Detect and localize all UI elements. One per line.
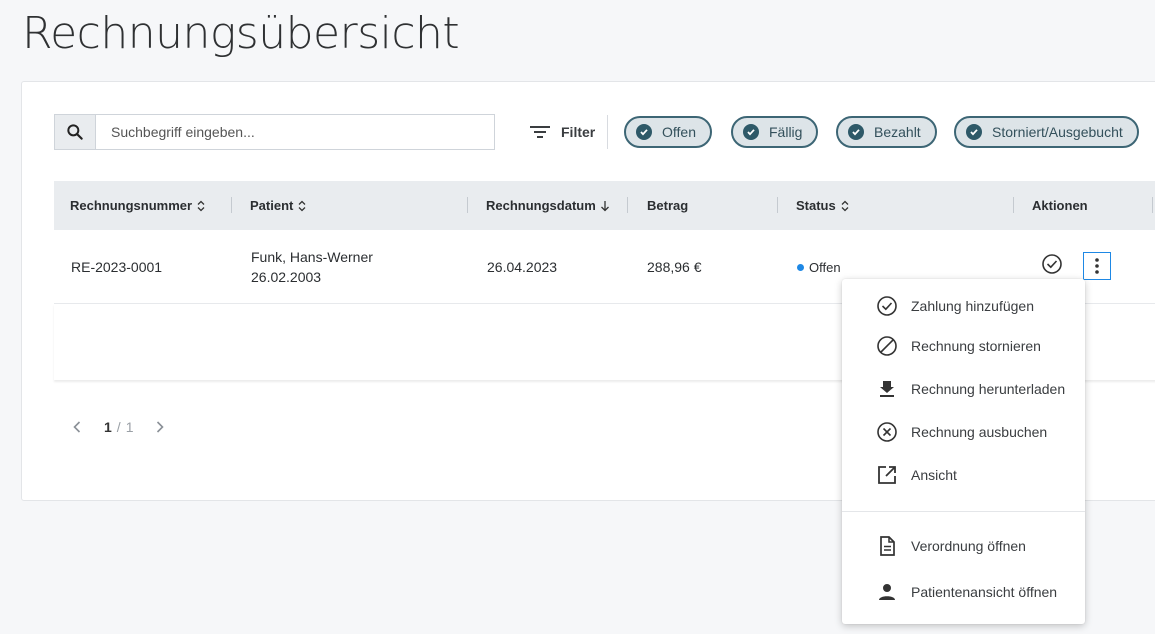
chevron-left-icon[interactable] — [72, 420, 82, 434]
invoice-date: 26.04.2023 — [487, 259, 558, 275]
column-divider — [627, 197, 628, 213]
menu-item-verordnung-oeffnen[interactable]: Verordnung öffnen — [842, 528, 1085, 564]
sort-icon — [841, 200, 849, 211]
actions-menu: Zahlung hinzufügen Rechnung stornieren R… — [842, 279, 1085, 624]
status-dot — [797, 264, 804, 272]
filter-icon — [530, 126, 550, 138]
more-actions-button[interactable] — [1083, 252, 1111, 280]
chip-label: Bezahlt — [874, 124, 921, 140]
column-divider — [777, 197, 778, 213]
column-header-aktionen: Aktionen — [1032, 198, 1088, 213]
pagination: 1 / 1 — [72, 416, 165, 438]
menu-item-zahlung-hinzufuegen[interactable]: Zahlung hinzufügen — [842, 288, 1085, 324]
menu-item-rechnung-herunterladen[interactable]: Rechnung herunterladen — [842, 371, 1085, 407]
column-divider — [1013, 197, 1014, 213]
person-icon — [879, 584, 895, 600]
column-header-patient[interactable]: Patient — [250, 181, 307, 230]
menu-item-rechnung-stornieren[interactable]: Rechnung stornieren — [842, 328, 1085, 364]
search-button[interactable] — [55, 115, 96, 149]
chip-label: Storniert/Ausgebucht — [992, 124, 1123, 140]
chip-label: Offen — [662, 124, 696, 140]
close-circle-icon — [877, 422, 897, 442]
filter-label: Filter — [561, 124, 596, 140]
download-icon — [880, 381, 894, 397]
check-icon — [743, 124, 759, 140]
check-circle-icon — [1042, 254, 1062, 274]
sort-icon — [298, 200, 306, 211]
column-header-status[interactable]: Status — [796, 181, 850, 230]
invoice-number: RE-2023-0001 — [71, 259, 163, 275]
patient-name: Funk, Hans-Werner — [251, 249, 373, 265]
column-divider — [1152, 197, 1153, 213]
check-icon — [636, 124, 652, 140]
column-divider — [467, 197, 468, 213]
menu-item-rechnung-ausbuchen[interactable]: Rechnung ausbuchen — [842, 414, 1085, 450]
document-icon — [880, 536, 895, 556]
table-header: Rechnungsnummer Patient Rechnungsdatum B… — [54, 181, 1155, 230]
more-vertical-icon — [1095, 258, 1099, 274]
chip-offen[interactable]: Offen — [624, 116, 712, 148]
page-indicator: 1 / 1 — [104, 419, 133, 435]
open-external-icon — [878, 466, 896, 484]
patient-dob: 26.02.2003 — [251, 269, 322, 285]
chip-label: Fällig — [769, 124, 803, 140]
search-input[interactable] — [96, 115, 494, 149]
page-separator: / — [116, 419, 121, 435]
arrow-down-icon — [600, 200, 609, 211]
chevron-right-icon[interactable] — [155, 420, 165, 434]
current-page: 1 — [104, 419, 112, 435]
mark-paid-button[interactable] — [1041, 253, 1063, 280]
check-circle-icon — [877, 296, 897, 316]
check-icon — [966, 124, 982, 140]
column-header-rechnungsnummer[interactable]: Rechnungsnummer — [70, 181, 206, 230]
column-divider — [231, 197, 232, 213]
chip-bezahlt[interactable]: Bezahlt — [836, 116, 937, 148]
search-box — [54, 114, 495, 150]
total-pages: 1 — [125, 419, 134, 435]
menu-divider — [842, 511, 1085, 512]
page-title: Rechnungsübersicht — [22, 8, 460, 59]
chip-storniert[interactable]: Storniert/Ausgebucht — [954, 116, 1139, 148]
filter-divider — [607, 115, 608, 149]
menu-item-ansicht[interactable]: Ansicht — [842, 457, 1085, 493]
invoice-amount: 288,96 € — [647, 259, 702, 275]
column-header-betrag: Betrag — [647, 198, 689, 213]
menu-item-patientenansicht-oeffnen[interactable]: Patientenansicht öffnen — [842, 574, 1085, 610]
sort-icon — [197, 200, 205, 211]
search-icon — [67, 124, 83, 140]
chip-faellig[interactable]: Fällig — [731, 116, 819, 148]
column-header-rechnungsdatum[interactable]: Rechnungsdatum — [486, 181, 610, 230]
check-icon — [848, 124, 864, 140]
filter-button[interactable]: Filter — [529, 118, 595, 146]
status-badge: Offen — [797, 260, 841, 275]
cancel-circle-icon — [877, 336, 897, 356]
